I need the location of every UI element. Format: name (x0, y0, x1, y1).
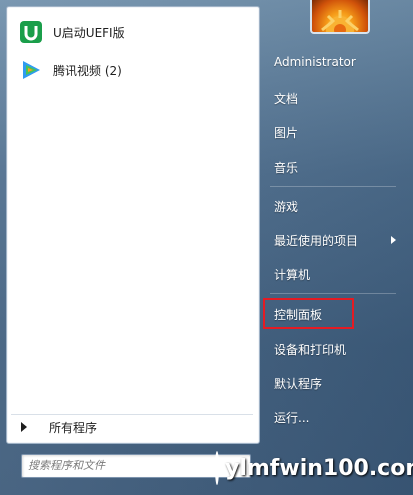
u-boot-icon (17, 18, 45, 46)
right-item-pictures[interactable]: 图片 (268, 119, 398, 145)
start-menu: U启动UEFI版 腾讯视频 (2) 所有程序 搜索程序和文件 Administr… (0, 0, 413, 495)
programs-pane: U启动UEFI版 腾讯视频 (2) 所有程序 (6, 6, 260, 444)
right-item-label: 最近使用的项目 (274, 233, 359, 248)
site-logo-icon (215, 451, 219, 485)
all-programs-label: 所有程序 (49, 420, 98, 435)
right-item-administrator[interactable]: Administrator (268, 49, 398, 75)
highlight-box (263, 298, 354, 329)
separator (270, 293, 396, 294)
right-item-default-programs[interactable]: 默认程序 (268, 370, 398, 396)
right-item-label: Administrator (274, 55, 356, 69)
right-item-label: 计算机 (274, 267, 311, 282)
right-item-devices-printers[interactable]: 设备和打印机 (268, 336, 398, 362)
all-programs-button[interactable]: 所有程序 (11, 414, 253, 439)
right-item-computer[interactable]: 计算机 (268, 261, 398, 287)
right-item-label: 运行... (274, 410, 310, 425)
right-item-run[interactable]: 运行... (268, 404, 398, 430)
flower-picture-icon (321, 10, 359, 32)
right-item-label: 音乐 (274, 160, 299, 175)
right-item-label: 文档 (274, 91, 299, 106)
right-item-label: 图片 (274, 125, 299, 140)
tencent-video-icon (17, 56, 45, 84)
right-item-label: 游戏 (274, 199, 299, 214)
chevron-right-icon (391, 236, 396, 244)
right-item-label: 设备和打印机 (274, 342, 347, 357)
search-input[interactable] (22, 455, 224, 475)
program-tencent-video[interactable]: 腾讯视频 (2) (11, 53, 253, 87)
user-avatar[interactable] (310, 0, 370, 34)
watermark-text: ylmfwin100.com (225, 455, 413, 481)
site-watermark: ylmfwin100.com (215, 448, 413, 488)
right-item-games[interactable]: 游戏 (268, 193, 398, 219)
right-item-documents[interactable]: 文档 (268, 85, 398, 111)
right-item-music[interactable]: 音乐 (268, 154, 398, 180)
right-item-recent-items[interactable]: 最近使用的项目 (268, 227, 398, 253)
separator (270, 186, 396, 187)
program-label: U启动UEFI版 (53, 25, 125, 40)
program-u-boot-uefi[interactable]: U启动UEFI版 (11, 15, 253, 49)
right-item-label: 默认程序 (274, 376, 323, 391)
program-label: 腾讯视频 (2) (53, 63, 122, 78)
chevron-right-icon (21, 422, 27, 432)
